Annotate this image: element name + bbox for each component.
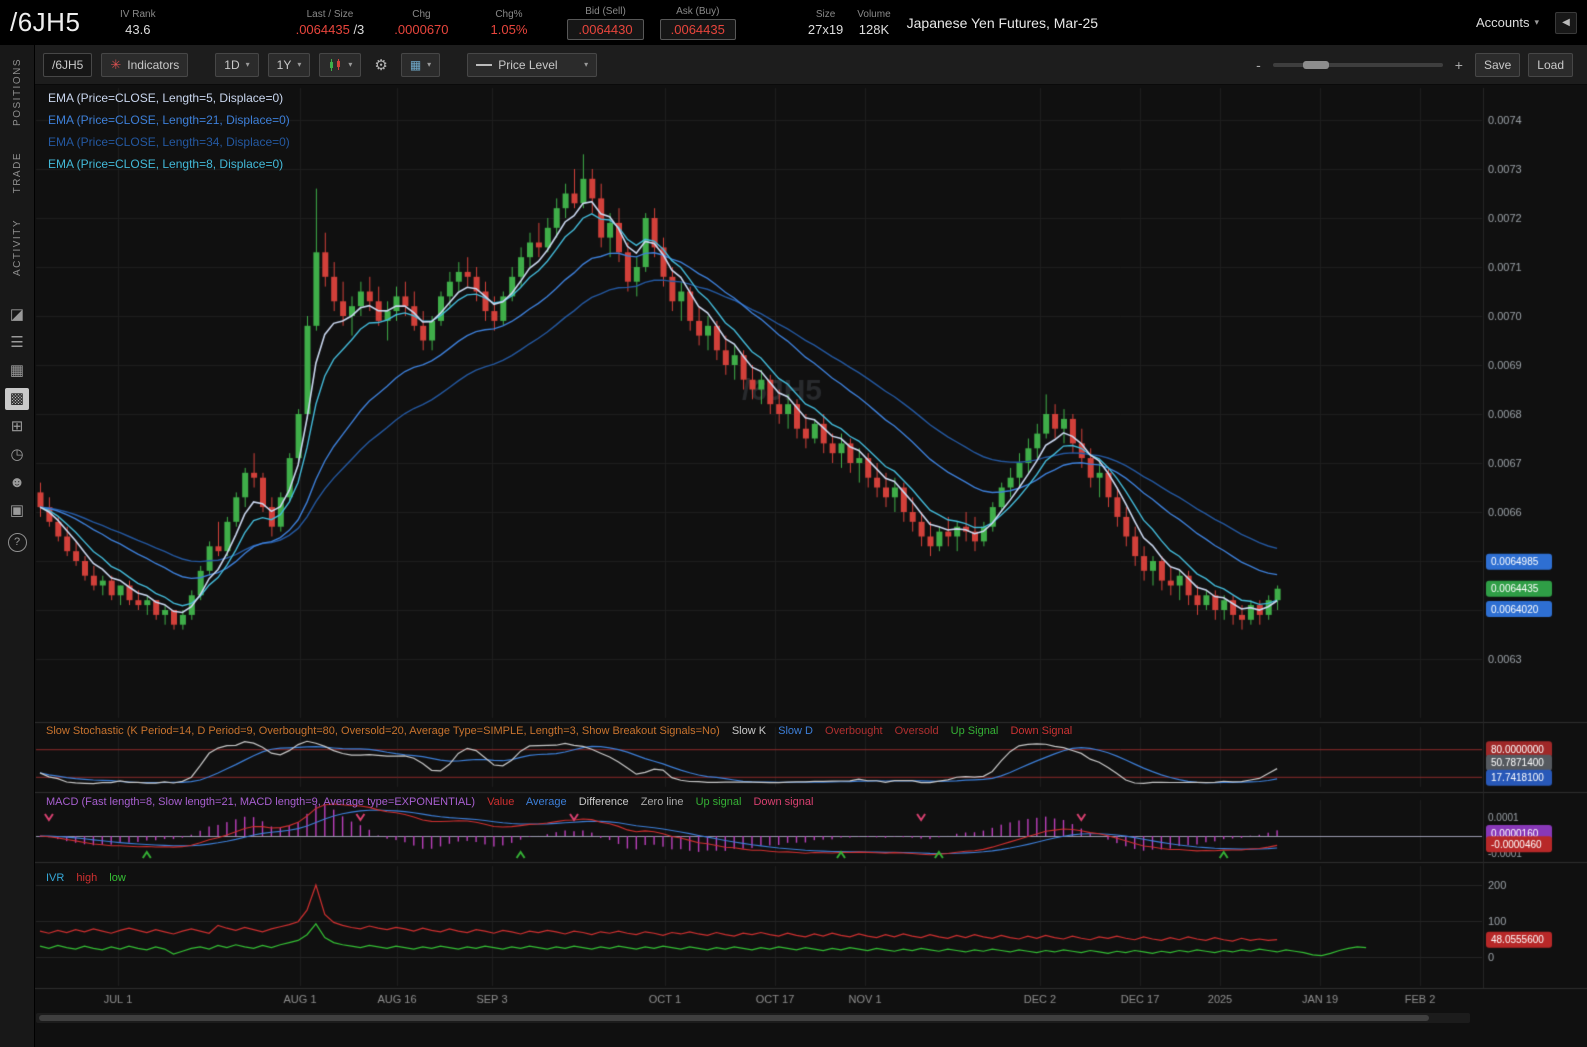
last-price: .0064435 [296,22,350,37]
bid-button[interactable]: .0064430 [567,19,643,40]
last-size: /3 [353,22,364,37]
apps-grid-icon[interactable]: ⊞ [5,416,29,438]
zoom-out-button[interactable]: - [1256,57,1261,73]
chevron-down-icon: ▾ [246,60,250,69]
help-icon[interactable]: ? [8,533,27,552]
bid-stat: Bid (Sell) .0064430 [567,5,643,40]
horizontal-scrollbar[interactable] [36,1013,1470,1023]
ask-button[interactable]: .0064435 [660,19,736,40]
save-button[interactable]: Save [1475,53,1520,77]
symbol-title: /6JH5 [10,7,98,38]
chart-icon[interactable]: ▩ [5,388,29,410]
chart-type-dropdown[interactable]: ▾ [319,53,361,77]
sidebar-tab-positions[interactable]: POSITIONS [12,58,23,126]
zoom-slider-thumb[interactable] [1303,61,1329,69]
iv-rank-stat: IV Rank 43.6 [120,8,156,38]
grid-icon: ▦ [410,58,421,72]
chevron-down-icon: ▾ [348,60,352,69]
ema-legend-block: EMA (Price=CLOSE, Length=5, Displace=0) … [48,87,290,175]
chevron-down-icon: ▾ [427,60,431,69]
stochastic-title: Slow Stochastic (K Period=14, D Period=9… [46,725,720,737]
drawing-tool-dropdown[interactable]: Price Level ▾ [467,53,597,77]
indicators-icon: ✳ [110,57,121,73]
macd-legend[interactable]: MACD (Fast length=8, Slow length=21, MAC… [46,796,822,808]
chevron-down-icon: ▾ [297,60,301,69]
collapse-arrow-icon: ◀ [1562,17,1570,28]
last-size-stat: Last / Size .0064435 /3 [296,8,365,38]
monitor-icon[interactable]: ◪ [5,304,29,326]
size-stat: Size 27x19 [808,8,843,38]
quote-header: /6JH5 IV Rank 43.6 Last / Size .0064435 … [0,0,1587,45]
chg-stat: Chg .0000670 [394,8,448,38]
zoom-in-button[interactable]: + [1455,57,1463,73]
chg-pct-stat: Chg% 1.05% [491,8,528,38]
horizontal-scrollbar-thumb[interactable] [39,1015,1429,1021]
sidebar-tab-trade[interactable]: TRADE [12,152,23,193]
left-sidebar: POSITIONS TRADE ACTIVITY ◪ ☰ ▦ ▩ ⊞ ◷ ☻ ▣… [0,45,35,1047]
sidebar-tab-activity[interactable]: ACTIVITY [12,219,23,276]
ask-stat: Ask (Buy) .0064435 [660,5,736,40]
indicators-button[interactable]: ✳ Indicators [101,53,188,77]
range-dropdown[interactable]: 1Y ▾ [268,53,311,77]
ema-5-legend[interactable]: EMA (Price=CLOSE, Length=5, Displace=0) [48,87,290,109]
ema-21-legend[interactable]: EMA (Price=CLOSE, Length=21, Displace=0) [48,109,290,131]
macd-title: MACD (Fast length=8, Slow length=21, MAC… [46,796,475,808]
chart-symbol-input[interactable]: /6JH5 [43,53,92,77]
candlestick-icon [328,58,342,72]
chart-settings-button[interactable]: ⚙ [370,53,391,77]
collapse-panel-button[interactable]: ◀ [1555,12,1577,34]
timeframe-dropdown[interactable]: 1D ▾ [215,53,258,77]
volume-stat: Volume 128K [857,8,890,38]
list-icon[interactable]: ☰ [5,332,29,354]
ema-34-legend[interactable]: EMA (Price=CLOSE, Length=34, Displace=0) [48,131,290,153]
ivr-legend[interactable]: IVR high low [46,872,135,884]
clock-icon[interactable]: ◷ [5,444,29,466]
ivr-title: IVR [46,872,64,884]
zoom-slider[interactable] [1273,63,1443,67]
zoom-control: - + [1256,57,1463,73]
grid-layout-dropdown[interactable]: ▦ ▾ [401,53,440,77]
ema-8-legend[interactable]: EMA (Price=CLOSE, Length=8, Displace=0) [48,153,290,175]
chevron-down-icon: ▾ [1534,17,1539,28]
gear-icon: ⚙ [374,56,387,74]
contract-title: Japanese Yen Futures, Mar-25 [907,15,1098,31]
people-icon[interactable]: ☻ [5,472,29,494]
calendar-icon[interactable]: ▦ [5,360,29,382]
chart-toolbar: /6JH5 ✳ Indicators 1D ▾ 1Y ▾ ▾ ⚙ ▦ ▾ Pri… [35,45,1587,85]
price-level-line-icon [476,64,492,66]
stochastic-legend[interactable]: Slow Stochastic (K Period=14, D Period=9… [46,725,1081,737]
box-icon[interactable]: ▣ [5,500,29,522]
chevron-down-icon: ▾ [584,60,588,69]
load-button[interactable]: Load [1528,53,1573,77]
accounts-dropdown[interactable]: Accounts ▾ [1476,15,1539,30]
